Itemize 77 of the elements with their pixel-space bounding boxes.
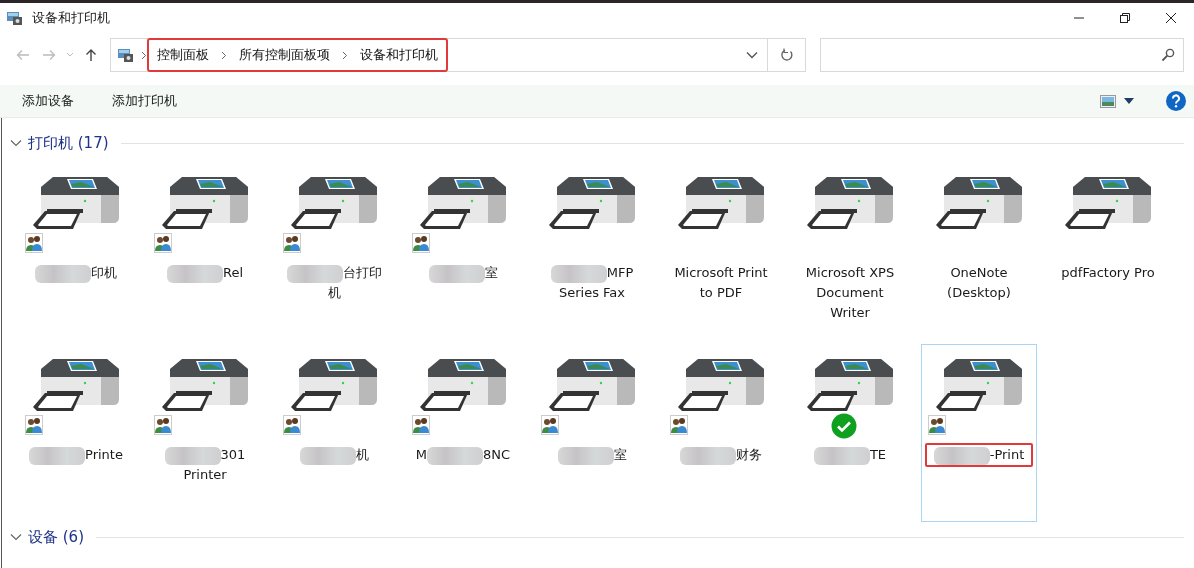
printer-item[interactable]: 机 bbox=[276, 344, 392, 522]
caret-icon bbox=[1124, 98, 1134, 104]
printer-item[interactable]: pdfFactory Pro bbox=[1050, 162, 1166, 340]
blurred-text-block bbox=[29, 446, 86, 465]
chevron-icon bbox=[10, 533, 22, 541]
printer-item[interactable]: Printe bbox=[18, 344, 134, 522]
breadcrumb-link[interactable]: 设备和打印机 bbox=[360, 46, 438, 64]
help-button[interactable] bbox=[1166, 91, 1186, 111]
printer-name: Microsoft Print to PDF bbox=[673, 264, 769, 302]
group-header[interactable]: 打印机 (17) bbox=[8, 133, 111, 153]
chevron-icon bbox=[221, 50, 227, 60]
help-icon bbox=[1171, 94, 1181, 108]
blurred-text-block bbox=[166, 264, 223, 283]
blurred-text-block bbox=[557, 446, 614, 465]
chevron-down-icon bbox=[746, 51, 758, 59]
printer-item[interactable]: OneNote (Desktop) bbox=[921, 162, 1037, 340]
blurred-text-block bbox=[299, 446, 356, 465]
printer-item[interactable]: 台打印机 bbox=[276, 162, 392, 340]
printer-item[interactable]: M 8NC bbox=[405, 344, 521, 522]
chevron-icon bbox=[10, 139, 22, 147]
blurred-text-block bbox=[286, 264, 343, 283]
printer-name: MFP Series Fax bbox=[538, 261, 646, 305]
printer-name: 室 bbox=[538, 443, 646, 467]
printer-item[interactable]: 室 bbox=[405, 162, 521, 340]
printer-name: TE bbox=[796, 443, 904, 467]
blurred-text-block bbox=[550, 264, 607, 283]
printer-item[interactable]: 财务 bbox=[663, 344, 779, 522]
printer-item[interactable]: -Print bbox=[921, 344, 1037, 522]
printer-name: 室 bbox=[409, 261, 517, 285]
printer-item[interactable]: Microsoft Print to PDF bbox=[663, 162, 779, 340]
printer-name: 台打印机 bbox=[280, 261, 388, 305]
picture-icon bbox=[1100, 94, 1116, 108]
printer-item[interactable]: Rel bbox=[147, 162, 263, 340]
printer-name: Rel bbox=[151, 261, 259, 285]
printer-name: pdfFactory Pro bbox=[1060, 264, 1156, 282]
blurred-text-block bbox=[428, 264, 485, 283]
blurred-text-block bbox=[813, 446, 870, 465]
address-bar[interactable]: 控制面板 所有控制面板项 设备和打印机 bbox=[110, 38, 806, 72]
back-arrow-icon bbox=[16, 49, 30, 61]
group-header[interactable]: 设备 (6) bbox=[8, 527, 86, 547]
printer-item[interactable]: MFP Series Fax bbox=[534, 162, 650, 340]
restore-icon bbox=[1119, 12, 1131, 24]
refresh-icon bbox=[779, 48, 794, 62]
search-field[interactable] bbox=[820, 38, 1184, 72]
printer-name: Microsoft XPS Document Writer bbox=[804, 264, 896, 322]
chevron-down-icon bbox=[66, 52, 74, 58]
printer-name: 机 bbox=[280, 443, 388, 467]
blurred-text-block bbox=[680, 446, 736, 465]
printer-name: 印机 bbox=[22, 261, 130, 285]
printer-name: OneNote (Desktop) bbox=[946, 264, 1012, 302]
search-icon bbox=[1161, 48, 1175, 62]
blurred-text-block bbox=[933, 446, 990, 465]
printer-item[interactable]: 室 bbox=[534, 344, 650, 522]
printer-name: -Print bbox=[925, 443, 1033, 467]
control-panel-icon bbox=[6, 10, 24, 26]
blurred-text-block bbox=[164, 446, 221, 465]
printer-item[interactable]: TE bbox=[792, 344, 908, 522]
printer-item[interactable]: 印机 bbox=[18, 162, 134, 340]
close-icon bbox=[1165, 12, 1177, 24]
forward-arrow-icon bbox=[42, 49, 56, 61]
control-panel-icon bbox=[117, 47, 135, 63]
blurred-text-block bbox=[427, 446, 484, 465]
printer-name: Printe bbox=[22, 443, 130, 467]
toolbar-button[interactable]: 添加打印机 bbox=[104, 88, 185, 114]
printer-item[interactable]: 301 Printer bbox=[147, 344, 263, 522]
up-arrow-icon bbox=[85, 48, 97, 62]
printer-name: 301 Printer bbox=[151, 443, 259, 487]
printer-name: M 8NC bbox=[409, 443, 517, 467]
printer-item[interactable]: Microsoft XPS Document Writer bbox=[792, 162, 908, 340]
chevron-icon bbox=[141, 50, 147, 60]
breadcrumb-link[interactable]: 所有控制面板项 bbox=[239, 46, 330, 64]
toolbar-button[interactable]: 添加设备 bbox=[14, 88, 82, 114]
blurred-text-block bbox=[35, 264, 91, 283]
printer-name: 财务 bbox=[667, 443, 775, 467]
chevron-icon bbox=[342, 50, 348, 60]
window-title: 设备和打印机 bbox=[32, 9, 110, 27]
breadcrumb-link[interactable]: 控制面板 bbox=[157, 46, 209, 64]
